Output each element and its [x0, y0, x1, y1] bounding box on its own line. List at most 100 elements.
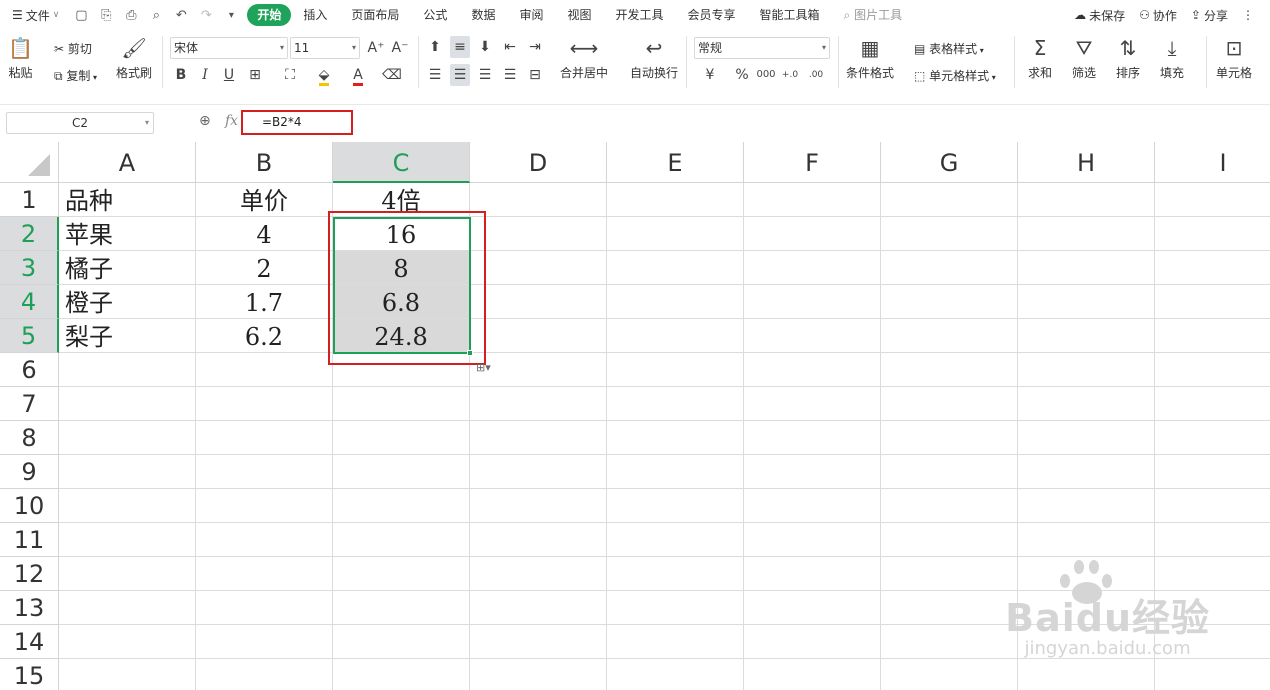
cell-i8[interactable]	[1155, 421, 1270, 455]
cell-g10[interactable]	[881, 489, 1018, 523]
cell-e10[interactable]	[607, 489, 744, 523]
cell-c8[interactable]	[333, 421, 470, 455]
align-center-icon[interactable]: ☰	[450, 64, 470, 86]
column-header-d[interactable]: D	[470, 142, 607, 183]
merge-center-button[interactable]: ⟷ 合并居中	[560, 34, 608, 81]
cell-a8[interactable]	[59, 421, 196, 455]
row-header-6[interactable]: 6	[0, 353, 59, 387]
cell-d5[interactable]	[470, 319, 607, 353]
row-header-14[interactable]: 14	[0, 625, 59, 659]
cell-h1[interactable]	[1018, 183, 1155, 217]
cell-i7[interactable]	[1155, 387, 1270, 421]
cell-i5[interactable]	[1155, 319, 1270, 353]
cell-h9[interactable]	[1018, 455, 1155, 489]
cell-f5[interactable]	[744, 319, 881, 353]
font-name-select[interactable]: 宋体 ▾	[170, 37, 288, 59]
decrease-decimal-icon[interactable]: .00	[806, 64, 826, 86]
cell-g7[interactable]	[881, 387, 1018, 421]
zoom-search-icon[interactable]: ⊕	[199, 113, 211, 129]
row-header-10[interactable]: 10	[0, 489, 59, 523]
cell-i1[interactable]	[1155, 183, 1270, 217]
align-right-icon[interactable]: ☰	[475, 64, 495, 86]
cell-a2[interactable]: 苹果	[59, 217, 196, 251]
cell-style-button[interactable]: ⬚ 单元格样式 ▾	[914, 67, 996, 84]
cell-b9[interactable]	[196, 455, 333, 489]
cell-b5[interactable]: 6.2	[196, 319, 333, 353]
cell-i13[interactable]	[1155, 591, 1270, 625]
export-icon[interactable]: ⎘	[98, 8, 114, 23]
row-header-9[interactable]: 9	[0, 455, 59, 489]
align-bottom-icon[interactable]: ⬇	[475, 36, 495, 58]
undo-icon[interactable]: ↶	[173, 8, 189, 23]
cell-g5[interactable]	[881, 319, 1018, 353]
cell-h15[interactable]	[1018, 659, 1155, 690]
share-button[interactable]: ⇪ 分享	[1191, 7, 1228, 24]
distributed-icon[interactable]: ⊟	[525, 64, 545, 86]
cell-g3[interactable]	[881, 251, 1018, 285]
tab-smart-toolbox[interactable]: 智能工具箱	[748, 4, 832, 26]
cell-e15[interactable]	[607, 659, 744, 690]
name-box[interactable]: C2 ▾	[6, 112, 154, 134]
cell-c4[interactable]: 6.8	[333, 285, 470, 319]
cell-i14[interactable]	[1155, 625, 1270, 659]
cell-c2[interactable]: 16	[333, 217, 470, 251]
cell-b7[interactable]	[196, 387, 333, 421]
cell-c12[interactable]	[333, 557, 470, 591]
cell-a7[interactable]	[59, 387, 196, 421]
row-header-3[interactable]: 3	[0, 251, 59, 285]
decrease-font-icon[interactable]: A⁻	[390, 37, 410, 59]
number-format-select[interactable]: 常规 ▾	[694, 37, 830, 59]
cell-f10[interactable]	[744, 489, 881, 523]
customize-dropdown-icon[interactable]: ▾	[223, 10, 239, 21]
cell-b2[interactable]: 4	[196, 217, 333, 251]
cell-e1[interactable]	[607, 183, 744, 217]
sum-button[interactable]: Σ 求和	[1028, 34, 1052, 81]
paste-button[interactable]: 📋 粘贴	[8, 34, 33, 81]
cell-f9[interactable]	[744, 455, 881, 489]
cell-d2[interactable]	[470, 217, 607, 251]
cell-fill-icon[interactable]: ⛶	[280, 64, 300, 86]
format-painter-button[interactable]: 🖌 格式刷	[116, 34, 152, 81]
row-header-5[interactable]: 5	[0, 319, 59, 353]
filter-button[interactable]: ⛛ 筛选	[1072, 34, 1096, 81]
cell-e8[interactable]	[607, 421, 744, 455]
underline-icon[interactable]: U	[219, 64, 239, 86]
redo-icon[interactable]: ↷	[198, 8, 214, 23]
cell-e11[interactable]	[607, 523, 744, 557]
cell-b15[interactable]	[196, 659, 333, 690]
cell-f14[interactable]	[744, 625, 881, 659]
conditional-format-button[interactable]: ▦ 条件格式	[846, 34, 894, 81]
row-header-4[interactable]: 4	[0, 285, 59, 319]
increase-indent-icon[interactable]: ⇥	[525, 36, 545, 58]
tab-data[interactable]: 数据	[459, 4, 507, 26]
cut-button[interactable]: ✂ 剪切	[54, 40, 92, 57]
cell-d4[interactable]	[470, 285, 607, 319]
cell-e4[interactable]	[607, 285, 744, 319]
cell-c11[interactable]	[333, 523, 470, 557]
print-icon[interactable]: ⎙	[123, 8, 139, 23]
file-menu[interactable]: ☰ 文件 ∨	[0, 7, 65, 24]
cell-c10[interactable]	[333, 489, 470, 523]
formula-input[interactable]: =B2*4	[241, 110, 353, 135]
cell-a4[interactable]: 橙子	[59, 285, 196, 319]
cell-b14[interactable]	[196, 625, 333, 659]
cell-f2[interactable]	[744, 217, 881, 251]
currency-icon[interactable]: ¥	[700, 64, 720, 86]
cell-d15[interactable]	[470, 659, 607, 690]
cell-f12[interactable]	[744, 557, 881, 591]
column-header-b[interactable]: B	[196, 142, 333, 183]
tab-developer[interactable]: 开发工具	[603, 4, 675, 26]
cell-e13[interactable]	[607, 591, 744, 625]
cell-a3[interactable]: 橘子	[59, 251, 196, 285]
tab-view[interactable]: 视图	[555, 4, 603, 26]
percent-icon[interactable]: %	[732, 64, 752, 86]
cell-d7[interactable]	[470, 387, 607, 421]
cell-d9[interactable]	[470, 455, 607, 489]
cell-h5[interactable]	[1018, 319, 1155, 353]
cell-button[interactable]: ⊡ 单元格	[1216, 34, 1252, 81]
cell-d8[interactable]	[470, 421, 607, 455]
cell-e6[interactable]	[607, 353, 744, 387]
increase-font-icon[interactable]: A⁺	[366, 37, 386, 59]
tab-member[interactable]: 会员专享	[676, 4, 748, 26]
cell-d10[interactable]	[470, 489, 607, 523]
